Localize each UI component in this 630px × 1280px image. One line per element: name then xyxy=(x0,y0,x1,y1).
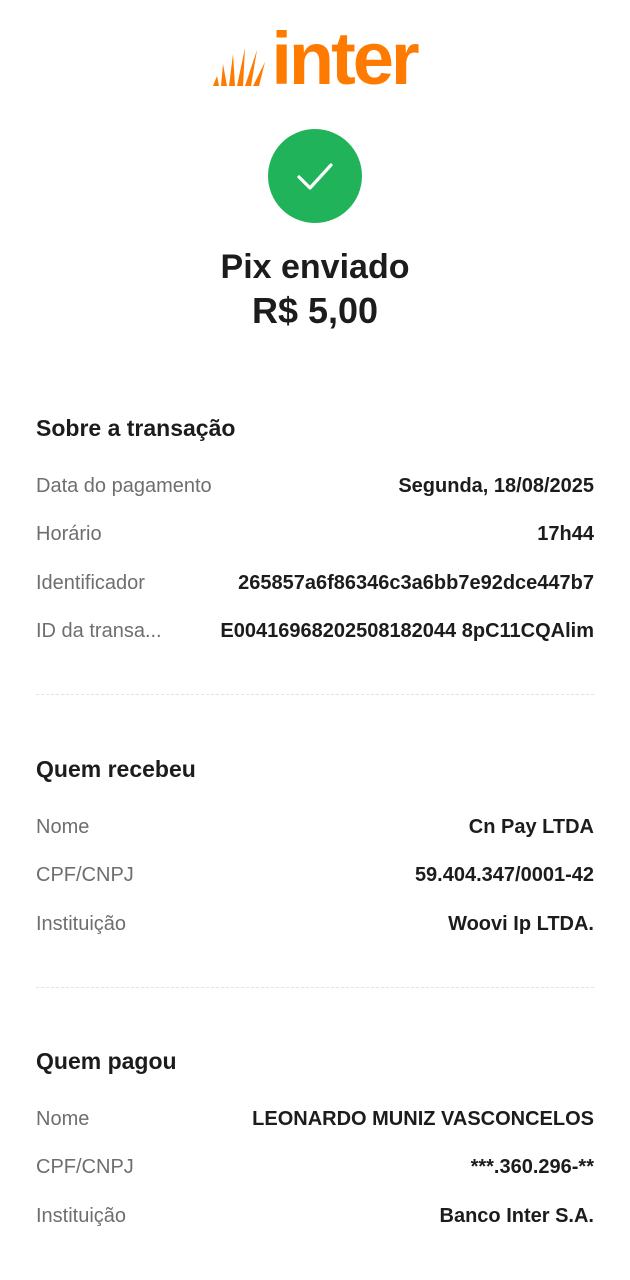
detail-value: E00416968202508182044 8pC11CQAlim xyxy=(220,620,594,643)
section-title: Quem recebeu xyxy=(36,756,196,782)
detail-row-institution: Instituição Banco Inter S.A. xyxy=(36,1192,594,1241)
status-title: Pix enviado xyxy=(220,248,410,286)
detail-row-document: CPF/CNPJ ***.360.296-** xyxy=(36,1144,594,1193)
success-badge xyxy=(268,129,362,223)
inter-wordmark: inter xyxy=(271,17,419,100)
amount-value: R$ 5,00 xyxy=(251,290,379,331)
detail-value: ***.360.296-** xyxy=(470,1156,594,1179)
detail-label: Nome xyxy=(36,1107,90,1130)
section-divider xyxy=(36,987,594,988)
detail-value: Cn Pay LTDA xyxy=(468,815,594,838)
detail-row-institution: Instituição Woovi Ip LTDA. xyxy=(36,900,594,949)
detail-row-identifier: Identificador 265857a6f86346c3a6bb7e92dc… xyxy=(36,559,594,608)
detail-label: Horário xyxy=(36,523,102,546)
section-title: Sobre a transação xyxy=(36,415,236,441)
detail-value: 265857a6f86346c3a6bb7e92dce447b7 xyxy=(238,571,594,594)
detail-label: Instituição xyxy=(36,1204,127,1227)
section-divider xyxy=(36,694,594,695)
detail-label: Instituição xyxy=(36,912,127,935)
detail-row-time: Horário 17h44 xyxy=(36,511,594,560)
detail-row-date: Data do pagamento Segunda, 18/08/2025 xyxy=(36,462,594,511)
inter-logo: inter xyxy=(0,22,630,96)
detail-value: LEONARDO MUNIZ VASCONCELOS xyxy=(252,1107,594,1130)
detail-value: Banco Inter S.A. xyxy=(439,1204,594,1227)
sunburst-icon xyxy=(213,48,266,86)
detail-row-document: CPF/CNPJ 59.404.347/0001-42 xyxy=(36,852,594,901)
detail-label: CPF/CNPJ xyxy=(36,864,134,887)
detail-label: Data do pagamento xyxy=(36,474,212,497)
section-title: Quem pagou xyxy=(36,1048,177,1074)
detail-label: Nome xyxy=(36,815,90,838)
detail-row-transaction-id: ID da transa... E00416968202508182044 8p… xyxy=(36,608,594,657)
detail-label: CPF/CNPJ xyxy=(36,1156,134,1179)
check-icon xyxy=(297,163,333,190)
detail-label: Identificador xyxy=(36,571,145,594)
detail-value: Segunda, 18/08/2025 xyxy=(398,474,594,497)
payer-section: Quem pagou Nome LEONARDO MUNIZ VASCONCEL… xyxy=(36,1046,594,1241)
transaction-section: Sobre a transação Data do pagamento Segu… xyxy=(36,413,594,656)
receiver-section: Quem recebeu Nome Cn Pay LTDA CPF/CNPJ 5… xyxy=(36,754,594,949)
detail-value: Woovi Ip LTDA. xyxy=(448,912,594,935)
detail-value: 17h44 xyxy=(537,523,594,546)
pix-receipt: inter Pix enviado R$ 5,00 Sobre a transa… xyxy=(0,0,630,1280)
detail-value: 59.404.347/0001-42 xyxy=(414,864,594,887)
detail-label: ID da transa... xyxy=(36,620,162,643)
detail-row-name: Nome LEONARDO MUNIZ VASCONCELOS xyxy=(36,1095,594,1144)
detail-row-name: Nome Cn Pay LTDA xyxy=(36,803,594,852)
